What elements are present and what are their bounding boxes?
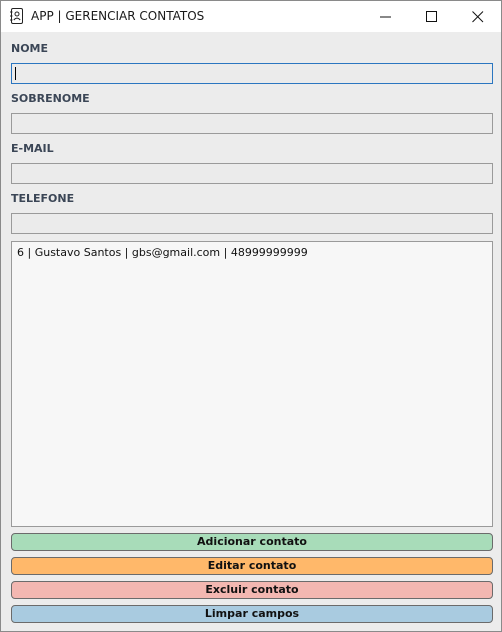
maximize-button[interactable] (409, 1, 455, 32)
email-label: E-MAIL (11, 142, 54, 155)
maximize-icon (426, 11, 437, 22)
window-title: APP | GERENCIAR CONTATOS (31, 9, 205, 23)
contacts-list[interactable]: 6 | Gustavo Santos | gbs@gmail.com | 489… (11, 241, 493, 527)
telefone-label: TELEFONE (11, 192, 75, 205)
sobrenome-input[interactable] (11, 113, 493, 134)
delete-contact-button[interactable]: Excluir contato (11, 581, 493, 599)
title-bar[interactable]: APP | GERENCIAR CONTATOS (1, 1, 501, 32)
contact-book-icon (10, 8, 23, 24)
sobrenome-label: SOBRENOME (11, 92, 90, 105)
email-input[interactable] (11, 163, 493, 184)
close-icon (472, 11, 484, 23)
telefone-input[interactable] (11, 213, 493, 234)
add-contact-button[interactable]: Adicionar contato (11, 533, 493, 551)
text-caret (15, 67, 16, 80)
app-window: APP | GERENCIAR CONTATOS NOME SOBRENOME … (0, 0, 502, 632)
nome-label: NOME (11, 42, 49, 55)
clear-fields-button[interactable]: Limpar campos (11, 605, 493, 623)
minimize-button[interactable] (363, 1, 409, 32)
minimize-icon (380, 16, 391, 18)
list-item[interactable]: 6 | Gustavo Santos | gbs@gmail.com | 489… (17, 246, 308, 259)
edit-contact-button[interactable]: Editar contato (11, 557, 493, 575)
close-button[interactable] (455, 1, 501, 32)
nome-input[interactable] (11, 63, 493, 84)
